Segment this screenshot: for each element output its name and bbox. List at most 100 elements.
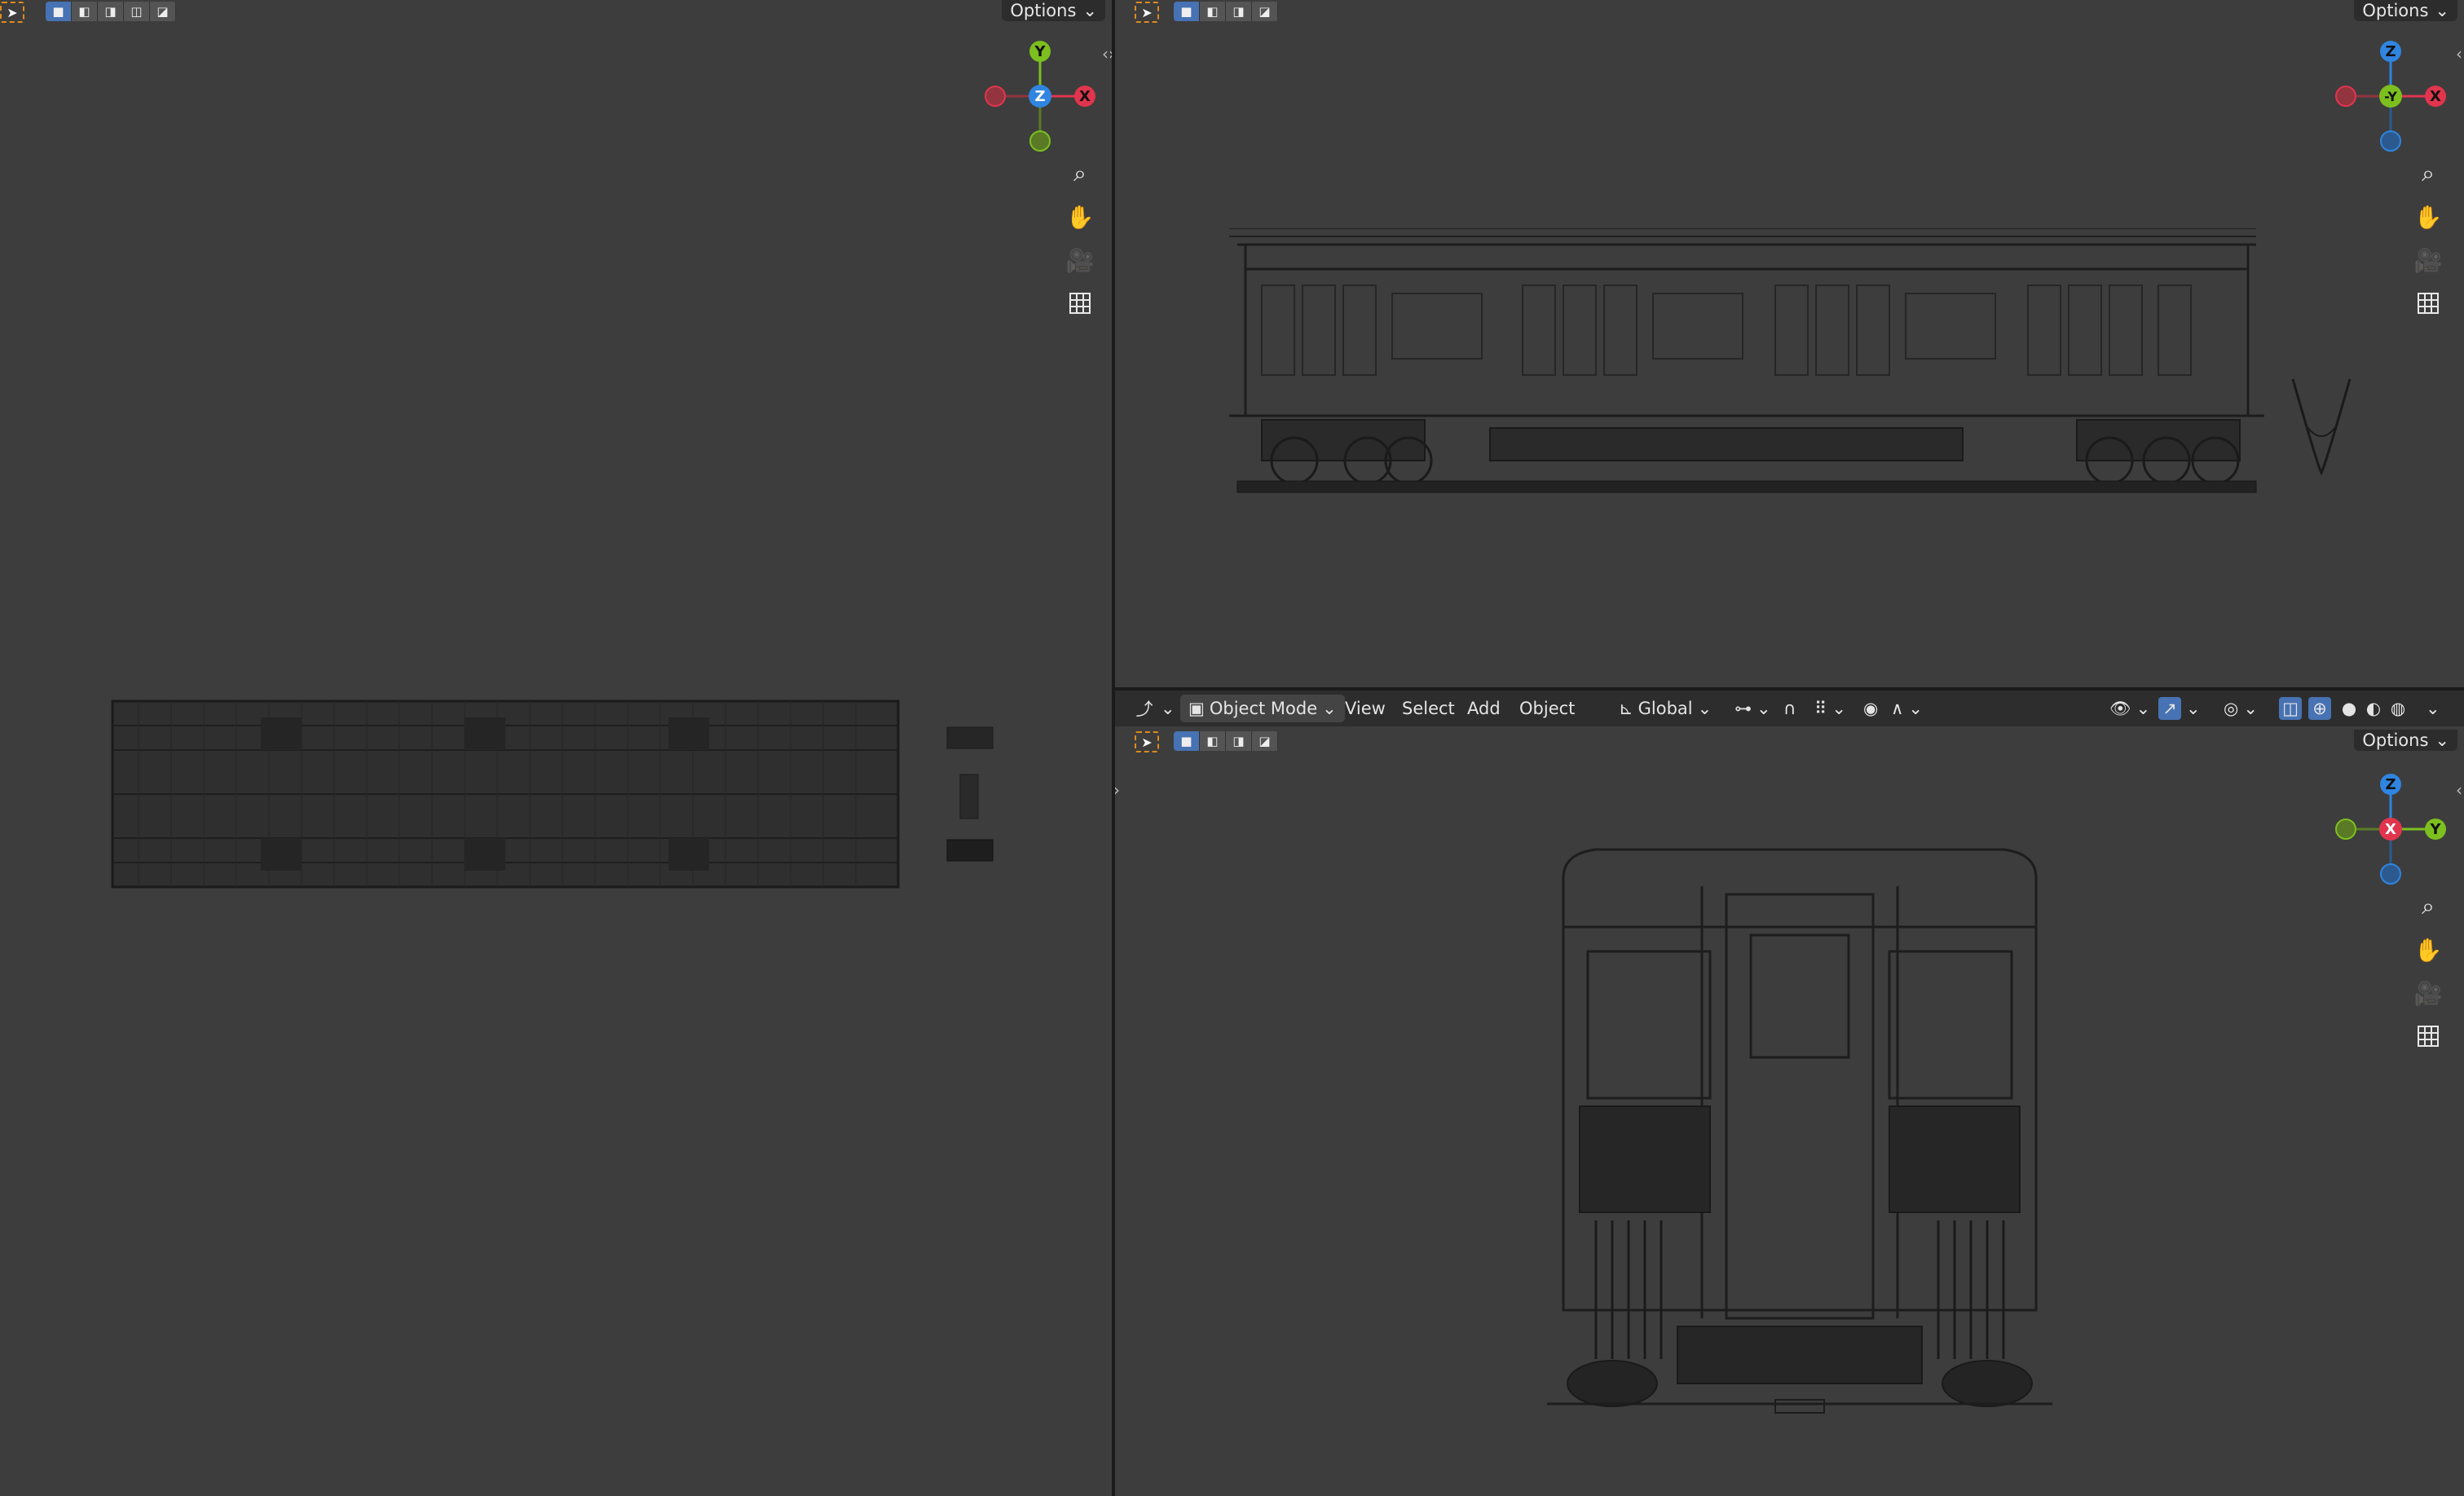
proportional-edit-toggle[interactable]: ◉ <box>1863 691 1878 726</box>
camera-icon[interactable]: 🎥 <box>2409 241 2447 279</box>
chevron-down-icon: ⌄ <box>2435 1 2449 20</box>
chevron-down-icon: ⌄ <box>1757 699 1771 718</box>
material-sphere-icon: ◐ <box>2365 699 2382 718</box>
zoom-icon[interactable]: ⌕ <box>2409 155 2447 192</box>
gizmo-axis-up: Z <box>2385 43 2396 60</box>
gizmo-icon: ↗ <box>2158 697 2181 720</box>
selection-mode-group: ■ ◧ ◨ ◫ ◪ <box>46 2 176 21</box>
xray-icon: ◫ <box>2279 697 2302 720</box>
options-dropdown[interactable]: Options ⌄ <box>1002 0 1105 21</box>
select-extend-mode[interactable]: ◧ <box>1200 2 1226 21</box>
shading-dropdown[interactable]: ⌄ <box>2426 691 2440 726</box>
grid-icon[interactable] <box>2409 285 2447 322</box>
select-intersect-mode[interactable]: ◪ <box>150 2 176 21</box>
select-invert-mode[interactable]: ◪ <box>1252 731 1278 751</box>
menu-object[interactable]: Object <box>1519 691 1575 726</box>
snap-toggle[interactable]: ∩ <box>1783 691 1796 726</box>
grid-icon[interactable] <box>2409 1017 2447 1055</box>
orientation-dropdown[interactable]: ⊾ Global ⌄ <box>1619 691 1712 726</box>
gizmo-axis-center: X <box>2385 821 2396 838</box>
camera-icon[interactable]: 🎥 <box>2409 974 2447 1012</box>
camera-icon[interactable]: 🎥 <box>1061 241 1099 279</box>
toolbar-strip: ➤ ■ ◧ ◨ ◫ ◪ Options ⌄ <box>0 0 1112 23</box>
gizmo-axis-center: Z <box>1034 88 1045 105</box>
link-icon: ⊶ <box>1734 699 1752 718</box>
navigation-gizmo[interactable]: Y X Z <box>983 39 1097 153</box>
menu-select[interactable]: Select <box>1402 691 1455 726</box>
select-subtract-mode[interactable]: ◨ <box>98 2 124 21</box>
shading-wireframe[interactable]: ⊕ <box>2308 691 2331 726</box>
gizmo-toggle[interactable]: ↗ ⌄ <box>2158 691 2201 726</box>
train-top-wireframe <box>111 699 994 889</box>
editor-type-dropdown[interactable]: ⤴ ⌄ <box>1133 691 1175 726</box>
options-label: Options <box>1010 1 1077 20</box>
zoom-icon[interactable]: ⌕ <box>2409 888 2447 925</box>
chevron-down-icon: ⌄ <box>1082 1 1097 20</box>
menu-view[interactable]: View <box>1345 691 1386 726</box>
mode-dropdown[interactable]: ▣ Object Mode ⌄ <box>1180 695 1345 722</box>
chevron-down-icon: ⌄ <box>2136 699 2151 718</box>
orientation-icon: ⊾ <box>1619 699 1633 718</box>
select-tool-button[interactable]: ➤ <box>1135 731 1159 752</box>
viewport-front[interactable]: ➤ ■ ◧ ◨ ◪ Options ⌄ ‹ Z X -Y ⌕ ✋ 🎥 <box>1115 0 2464 687</box>
chevron-down-icon: ⌄ <box>2186 699 2201 718</box>
select-new-mode[interactable]: ■ <box>1174 2 1200 21</box>
object-mode-icon: ▣ <box>1188 699 1205 718</box>
falloff-dropdown[interactable]: ∧ ⌄ <box>1891 691 1923 726</box>
train-end-wireframe <box>1547 848 2052 1414</box>
viewport-top[interactable]: ➤ ■ ◧ ◨ ◫ ◪ Options ⌄ Y X Z ⌕ ✋ 🎥 ‹ <box>0 0 1112 1496</box>
hand-icon[interactable]: ✋ <box>2409 198 2447 236</box>
select-subtract-mode[interactable]: ◨ <box>1226 731 1252 751</box>
proportional-icon: ◉ <box>1863 699 1879 718</box>
select-invert-mode[interactable]: ◪ <box>1252 2 1278 21</box>
shading-rendered[interactable]: ◍ <box>2387 691 2409 726</box>
overlay-toggle[interactable]: ◎ ⌄ <box>2224 691 2258 726</box>
select-tool-button[interactable]: ➤ <box>1135 2 1159 23</box>
orientation-label: Global <box>1638 699 1693 718</box>
menu-add[interactable]: Add <box>1467 691 1501 726</box>
visibility-dropdown[interactable]: 👁 ⌄ <box>2109 691 2150 726</box>
options-dropdown[interactable]: Options ⌄ <box>2354 0 2457 21</box>
sidebar-toggle-icon[interactable]: ‹ <box>2456 44 2462 64</box>
shading-solid[interactable]: ● <box>2338 691 2360 726</box>
shading-material[interactable]: ◐ <box>2362 691 2385 726</box>
hand-icon[interactable]: ✋ <box>1061 198 1099 236</box>
zoom-icon[interactable]: ⌕ <box>1061 155 1099 192</box>
axis-icon: ⤴ <box>1135 699 1153 719</box>
gizmo-axis-right: Y <box>2429 821 2441 838</box>
select-extend-mode[interactable]: ◧ <box>1200 731 1226 751</box>
overlay-icon: ◎ <box>2224 699 2239 718</box>
cursor-arrow-icon: ➤ <box>1141 734 1153 750</box>
wireframe-sphere-icon: ⊕ <box>2308 697 2331 720</box>
gizmo-axis-up: Z <box>2385 776 2396 793</box>
chevron-down-icon: ⌄ <box>2426 699 2440 718</box>
hand-icon[interactable]: ✋ <box>2409 931 2447 969</box>
gizmo-axis-center: -Y <box>2384 89 2397 104</box>
options-dropdown[interactable]: Options ⌄ <box>2354 730 2457 751</box>
options-label: Options <box>2362 730 2429 750</box>
magnet-icon: ∩ <box>1783 699 1796 718</box>
viewport-side[interactable]: ⤴ ⌄ ▣ Object Mode ⌄ View Select Add Objec… <box>1115 691 2464 1496</box>
select-extend-mode[interactable]: ◧ <box>72 2 98 21</box>
sidebar-toggle-icon[interactable]: ‹ <box>2456 780 2462 800</box>
navigation-gizmo[interactable]: Z X -Y <box>2334 39 2448 153</box>
eye-icon: 👁 <box>2109 698 2131 718</box>
grid-icon[interactable] <box>1061 285 1099 322</box>
xray-toggle[interactable]: ◫ <box>2279 691 2302 726</box>
chevron-down-icon: ⌄ <box>1697 699 1712 718</box>
sidebar-toggle-icon[interactable]: ‹› <box>1102 44 1112 64</box>
select-tool-button[interactable]: ➤ <box>0 2 24 23</box>
select-invert-mode[interactable]: ◫ <box>124 2 150 21</box>
select-new-mode[interactable]: ■ <box>1174 731 1200 751</box>
gizmo-axis-right: X <box>1079 88 1091 105</box>
select-new-mode[interactable]: ■ <box>46 2 72 21</box>
selection-mode-group: ■ ◧ ◨ ◪ <box>1174 2 1278 21</box>
chevron-down-icon: ⌄ <box>1322 699 1337 718</box>
toolbar-toggle-icon[interactable]: › <box>1115 780 1120 800</box>
snap-dropdown[interactable]: ⠿ ⌄ <box>1814 691 1846 726</box>
navigation-gizmo[interactable]: Z Y X <box>2334 772 2448 886</box>
chevron-down-icon: ⌄ <box>1908 699 1923 718</box>
pivot-dropdown[interactable]: ⊶ ⌄ <box>1734 691 1771 726</box>
select-subtract-mode[interactable]: ◨ <box>1226 2 1252 21</box>
selection-mode-group: ■ ◧ ◨ ◪ <box>1174 731 1278 751</box>
